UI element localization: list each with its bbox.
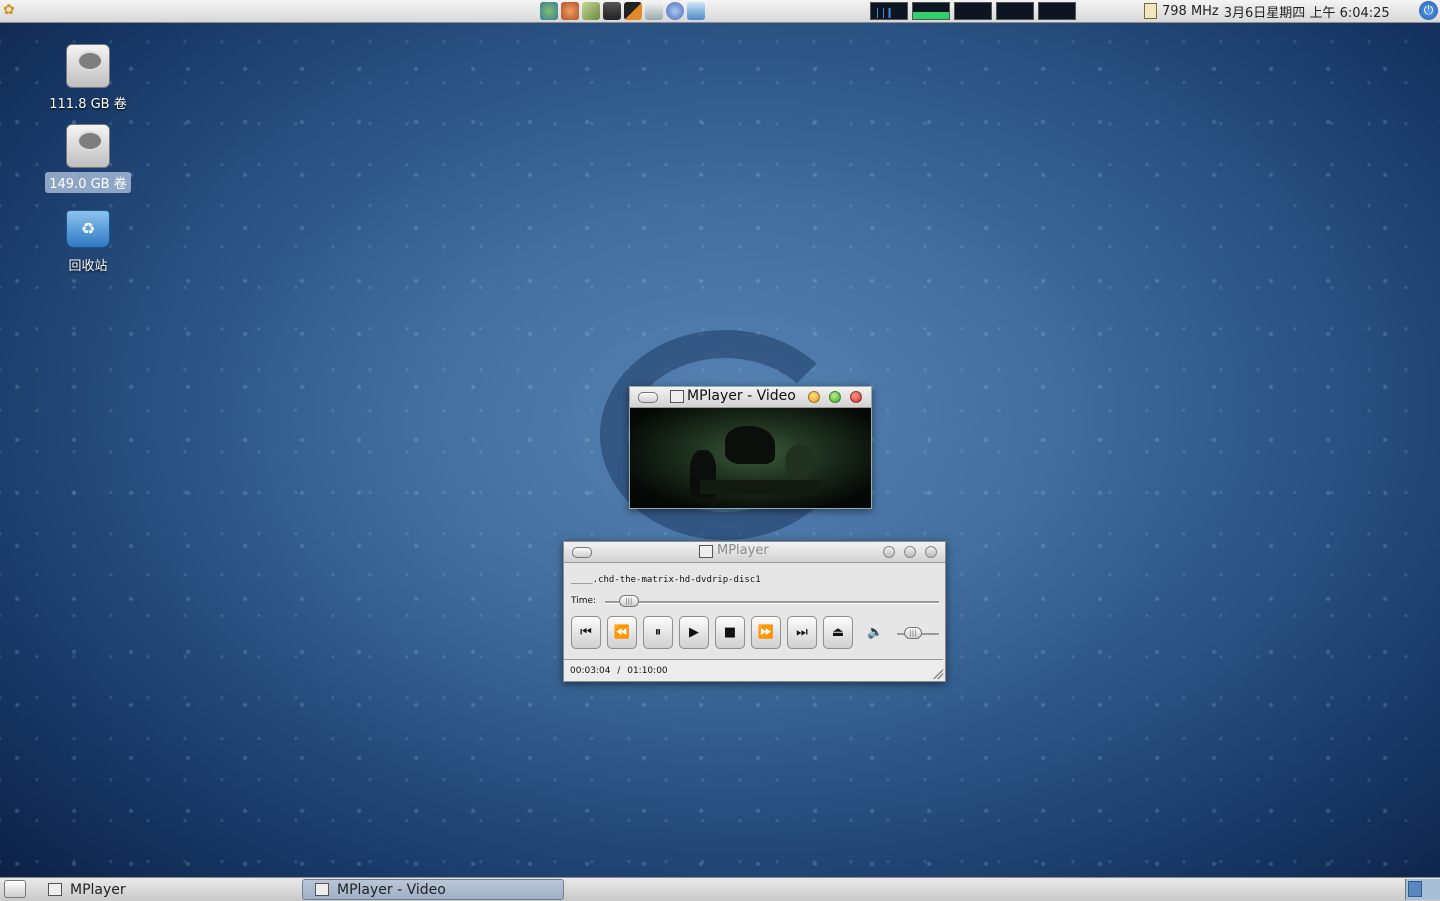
current-time: 00:03:04 bbox=[570, 666, 611, 676]
desktop-icon-label: 149.0 GB 卷 bbox=[45, 172, 131, 193]
load-monitor-icon[interactable] bbox=[1038, 2, 1076, 20]
terminal-icon[interactable] bbox=[603, 2, 621, 20]
control-window-titlebar[interactable]: MPlayer bbox=[564, 542, 945, 563]
browser-icon[interactable] bbox=[666, 2, 684, 20]
gimp-icon[interactable] bbox=[561, 2, 579, 20]
time-separator: / bbox=[617, 666, 621, 676]
show-desktop-button[interactable] bbox=[4, 880, 26, 898]
minimize-button[interactable] bbox=[883, 546, 895, 558]
system-monitors bbox=[870, 2, 1076, 20]
mplayer-app-icon bbox=[48, 883, 62, 896]
clock[interactable]: 3月6日星期四 上午 6:04:25 bbox=[1224, 2, 1390, 21]
maximize-button[interactable] bbox=[904, 546, 916, 558]
mplayer-app-icon bbox=[315, 883, 329, 896]
pause-button[interactable]: ⏸ bbox=[643, 616, 673, 649]
trash-icon bbox=[66, 210, 110, 248]
top-panel: ✿ 798 MHz 3月6日星期四 上午 6:04:25 ⏻ bbox=[0, 0, 1440, 23]
workspace-switcher[interactable] bbox=[1405, 879, 1440, 900]
network-icon[interactable] bbox=[540, 2, 558, 20]
swap-monitor-icon[interactable] bbox=[996, 2, 1034, 20]
rewind-button[interactable]: ⏪ bbox=[607, 616, 637, 649]
fast-forward-button[interactable]: ⏩ bbox=[751, 616, 781, 649]
seek-bar[interactable] bbox=[605, 601, 939, 604]
launcher-group bbox=[540, 2, 705, 20]
window-menu-button[interactable] bbox=[572, 547, 592, 558]
resize-grip[interactable] bbox=[933, 669, 943, 679]
eject-button[interactable]: ⏏ bbox=[823, 616, 853, 649]
video-figure-center bbox=[725, 426, 775, 464]
media-filename: ____.chd-the-matrix-hd-dvdrip-disc1 bbox=[571, 575, 761, 585]
volume-slider-handle[interactable]: ||| bbox=[904, 627, 922, 639]
next-button[interactable]: ⏭ bbox=[787, 616, 817, 649]
hard-drive-icon bbox=[66, 44, 110, 88]
window-title: MPlayer - Video bbox=[687, 388, 796, 404]
files-icon[interactable] bbox=[645, 2, 663, 20]
wine-icon[interactable] bbox=[582, 2, 600, 20]
inkscape-icon[interactable] bbox=[624, 2, 642, 20]
desktop-icon-label: 回收站 bbox=[68, 259, 108, 274]
close-button[interactable] bbox=[850, 391, 862, 403]
mplayer-control-window[interactable]: MPlayer ____.chd-the-matrix-hd-dvdrip-di… bbox=[563, 541, 946, 682]
hard-drive-icon bbox=[66, 124, 110, 168]
memory-monitor-icon[interactable] bbox=[954, 2, 992, 20]
play-button[interactable]: ▶ bbox=[679, 616, 709, 649]
taskbar-item-mplayer-video[interactable]: MPlayer - Video bbox=[302, 879, 564, 900]
video-figure-right bbox=[785, 444, 815, 480]
taskbar-item-label: MPlayer bbox=[70, 881, 126, 898]
mplayer-app-icon bbox=[699, 545, 713, 558]
video-frame[interactable] bbox=[630, 408, 871, 508]
clock-area: 798 MHz 3月6日星期四 上午 6:04:25 bbox=[1144, 2, 1390, 21]
previous-button[interactable]: ⏮ bbox=[571, 616, 601, 649]
stop-button[interactable]: ■ bbox=[715, 616, 745, 649]
video-table bbox=[700, 480, 820, 494]
close-button[interactable] bbox=[925, 546, 937, 558]
video-window-titlebar[interactable]: MPlayer - Video bbox=[630, 387, 871, 408]
cpu-frequency-icon[interactable] bbox=[1144, 3, 1157, 19]
seek-slider-handle[interactable]: ||| bbox=[618, 595, 639, 607]
mplayer-video-window[interactable]: MPlayer - Video bbox=[629, 386, 872, 509]
network-monitor-icon[interactable] bbox=[870, 2, 908, 20]
volume-icon[interactable]: 🔈 bbox=[867, 625, 883, 640]
taskbar-item-label: MPlayer - Video bbox=[337, 881, 446, 898]
desktop-icon-trash[interactable]: 回收站 bbox=[40, 210, 136, 275]
bottom-taskbar: MPlayer MPlayer - Video bbox=[0, 877, 1440, 901]
minimize-button[interactable] bbox=[808, 391, 820, 403]
total-time: 01:10:00 bbox=[627, 666, 668, 676]
power-icon[interactable]: ⏻ bbox=[1419, 1, 1438, 20]
applications-menu-icon[interactable]: ✿ bbox=[3, 2, 23, 19]
workspace-1[interactable] bbox=[1408, 881, 1422, 897]
window-menu-button[interactable] bbox=[638, 392, 658, 403]
cpu-frequency: 798 MHz bbox=[1162, 3, 1219, 19]
maximize-button[interactable] bbox=[829, 391, 841, 403]
window-title: MPlayer bbox=[717, 543, 769, 558]
desktop-icon-volume-2[interactable]: 149.0 GB 卷 bbox=[40, 124, 136, 193]
time-label: Time: bbox=[571, 596, 597, 606]
desktop-icon-volume-1[interactable]: 111.8 GB 卷 bbox=[40, 44, 136, 113]
status-bar: 00:03:04 / 01:10:00 bbox=[564, 659, 943, 681]
image-viewer-icon[interactable] bbox=[687, 2, 705, 20]
cpu-monitor-icon[interactable] bbox=[912, 2, 950, 20]
desktop-icon-label: 111.8 GB 卷 bbox=[49, 97, 127, 112]
mplayer-app-icon bbox=[670, 390, 684, 403]
taskbar-item-mplayer[interactable]: MPlayer bbox=[36, 879, 300, 900]
